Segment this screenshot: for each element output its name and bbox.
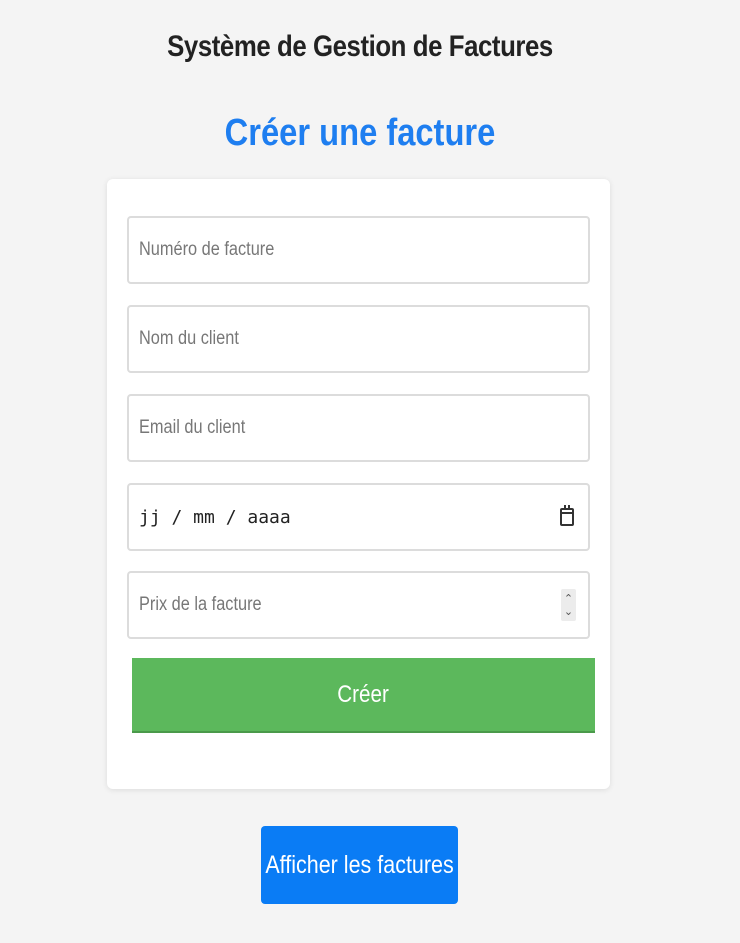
invoice-price-field[interactable]: ⌃ ⌄ [127, 571, 590, 639]
show-invoices-button[interactable]: Afficher les factures [261, 826, 458, 904]
create-invoice-button-label: Créer [337, 680, 390, 708]
calendar-icon[interactable] [560, 505, 574, 526]
client-name-field[interactable] [127, 305, 590, 373]
invoice-number-input[interactable] [139, 239, 517, 261]
spinner-icon[interactable]: ⌃ ⌄ [561, 589, 576, 621]
invoice-form: jj / mm / aaaa ⌃ ⌄ Créer [107, 179, 610, 789]
spinner-up-icon[interactable]: ⌃ [564, 592, 573, 605]
page-title: Créer une facture [224, 112, 496, 154]
invoice-date-field[interactable]: jj / mm / aaaa [127, 483, 590, 551]
client-email-input[interactable] [139, 417, 517, 439]
client-email-field[interactable] [127, 394, 590, 462]
client-name-input[interactable] [139, 328, 517, 350]
spinner-down-icon[interactable]: ⌄ [564, 605, 573, 618]
invoice-date-input[interactable]: jj / mm / aaaa [139, 507, 560, 528]
show-invoices-button-label: Afficher les factures [265, 850, 454, 879]
invoice-price-input[interactable] [139, 594, 502, 616]
app-title: Système de Gestion de Factures [167, 30, 553, 63]
invoice-number-field[interactable] [127, 216, 590, 284]
create-invoice-button[interactable]: Créer [132, 658, 595, 733]
